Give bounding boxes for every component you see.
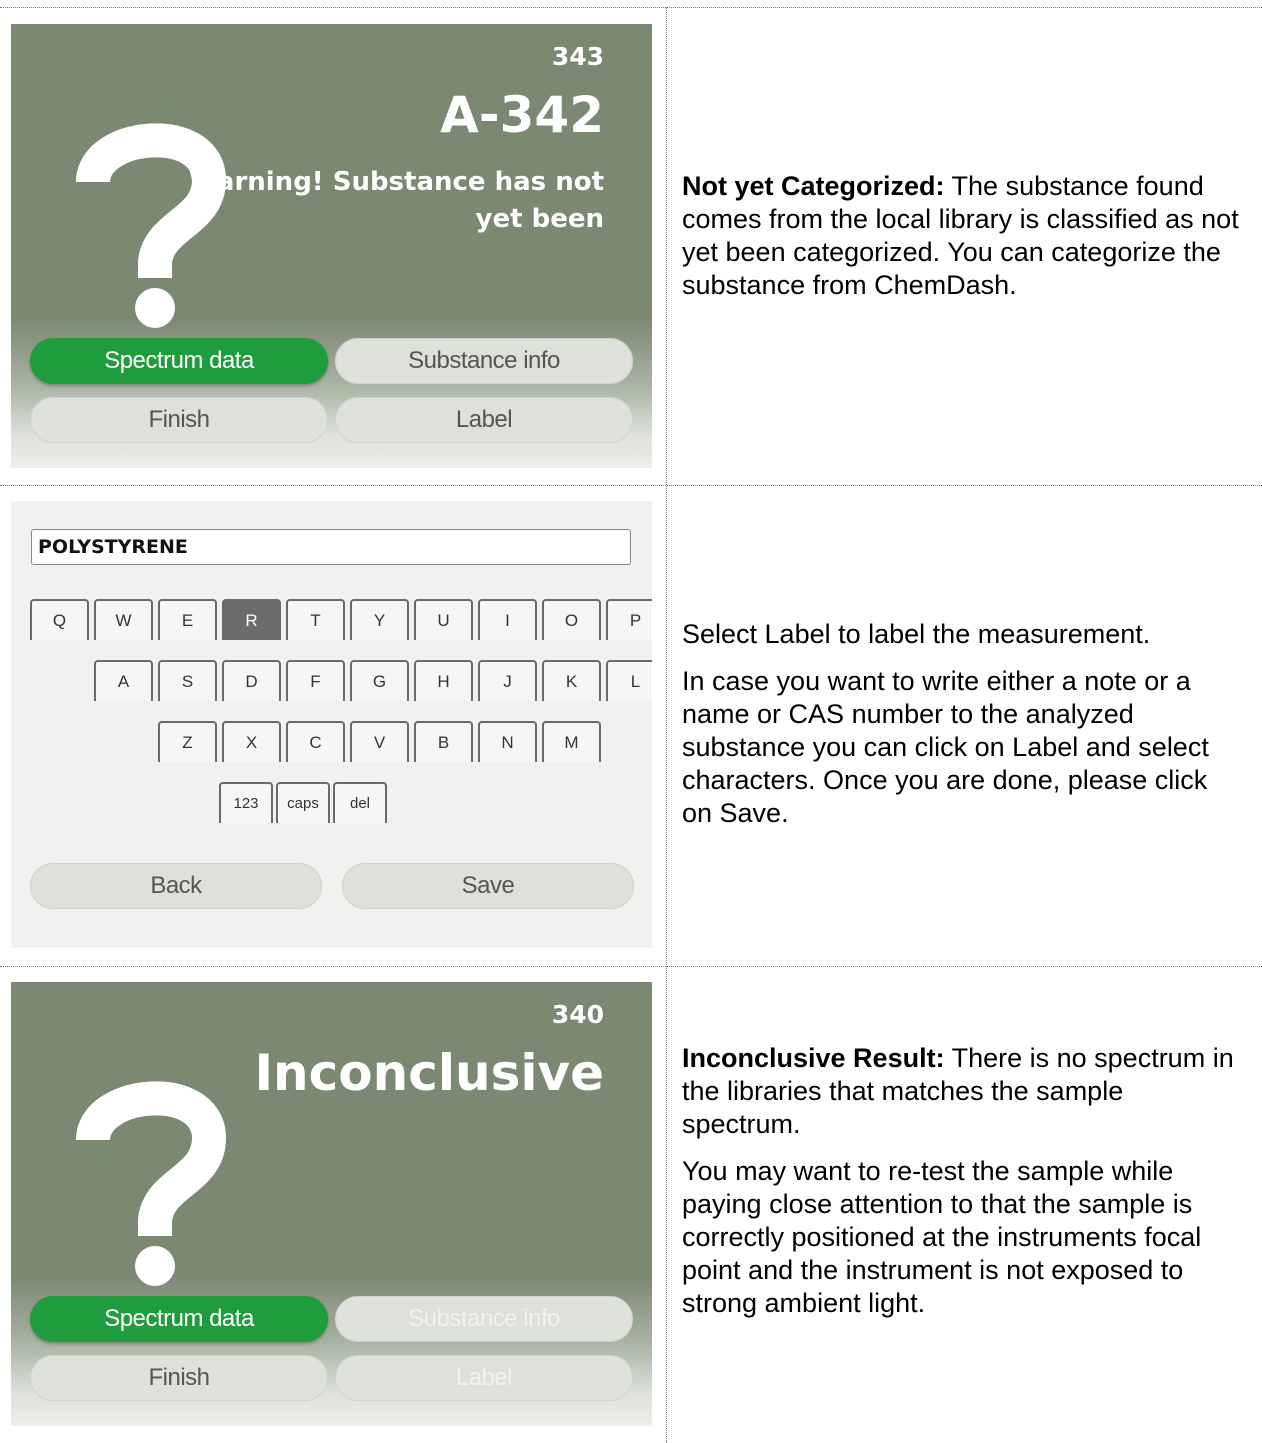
save-button[interactable]: Save <box>342 863 634 909</box>
key-m[interactable]: M <box>542 721 601 762</box>
substance-info-button[interactable]: Substance info <box>335 338 633 384</box>
key-a[interactable]: A <box>94 660 153 701</box>
desc-para-2: You may want to re-test the sample while… <box>682 1156 1202 1318</box>
spectrum-data-button[interactable]: Spectrum data <box>30 338 328 384</box>
description-inconclusive: Inconclusive Result: There is no spectru… <box>682 1042 1242 1334</box>
desc-para-1: Select Label to label the measurement. <box>682 619 1151 649</box>
table-row-divider <box>0 485 1262 486</box>
key-g[interactable]: G <box>350 660 409 701</box>
key-l[interactable]: L <box>606 660 652 701</box>
key-u[interactable]: U <box>414 599 473 640</box>
description-not-categorized: Not yet Categorized: The substance found… <box>682 170 1242 316</box>
substance-info-button: Substance info <box>335 1296 633 1342</box>
key-n[interactable]: N <box>478 721 537 762</box>
desc-para-2: In case you want to write either a note … <box>682 666 1209 828</box>
key-q[interactable]: Q <box>30 599 89 640</box>
label-button[interactable]: Label <box>335 397 633 443</box>
measurement-number: 340 <box>551 1000 604 1029</box>
key-d[interactable]: D <box>222 660 281 701</box>
result-title: Inconclusive <box>254 1044 604 1102</box>
key-h[interactable]: H <box>414 660 473 701</box>
table-column-divider <box>666 7 667 1443</box>
result-screen-inconclusive: 340 Inconclusive Spectrum data Substance… <box>11 982 652 1426</box>
key-c[interactable]: C <box>286 721 345 762</box>
key-e[interactable]: E <box>158 599 217 640</box>
key-j[interactable]: J <box>478 660 537 701</box>
description-label: Select Label to label the measurement. I… <box>682 618 1242 844</box>
key-x[interactable]: X <box>222 721 281 762</box>
key-caps[interactable]: caps <box>276 782 330 823</box>
substance-code: A-342 <box>440 86 604 144</box>
key-o[interactable]: O <box>542 599 601 640</box>
key-p[interactable]: P <box>606 599 652 640</box>
key-y[interactable]: Y <box>350 599 409 640</box>
key-v[interactable]: V <box>350 721 409 762</box>
key-r[interactable]: R <box>222 599 281 640</box>
measurement-number: 343 <box>551 42 604 71</box>
finish-button[interactable]: Finish <box>30 1355 328 1401</box>
question-mark-icon <box>76 1081 227 1286</box>
label-input[interactable]: POLYSTYRENE <box>31 529 631 565</box>
key-del[interactable]: del <box>333 782 387 823</box>
back-button[interactable]: Back <box>30 863 322 909</box>
table-border-top <box>0 7 1262 8</box>
key-b[interactable]: B <box>414 721 473 762</box>
finish-button[interactable]: Finish <box>30 397 328 443</box>
key-w[interactable]: W <box>94 599 153 640</box>
result-screen-not-categorized: 343 A-342 Warning! Substance has not yet… <box>11 24 652 468</box>
key-k[interactable]: K <box>542 660 601 701</box>
key-t[interactable]: T <box>286 599 345 640</box>
desc-heading: Inconclusive Result: <box>682 1043 945 1073</box>
key-s[interactable]: S <box>158 660 217 701</box>
label-button: Label <box>335 1355 633 1401</box>
key-z[interactable]: Z <box>158 721 217 762</box>
label-keyboard-screen: POLYSTYRENE Q W E R T Y U I O P A S D F G H J K L Z X C V B N M 12… <box>11 501 652 948</box>
key-f[interactable]: F <box>286 660 345 701</box>
table-row-divider <box>0 966 1262 967</box>
key-123[interactable]: 123 <box>219 782 273 823</box>
warning-text: Warning! Substance has not yet been <box>189 167 604 234</box>
spectrum-data-button[interactable]: Spectrum data <box>30 1296 328 1342</box>
key-i[interactable]: I <box>478 599 537 640</box>
desc-heading: Not yet Categorized: <box>682 171 945 201</box>
